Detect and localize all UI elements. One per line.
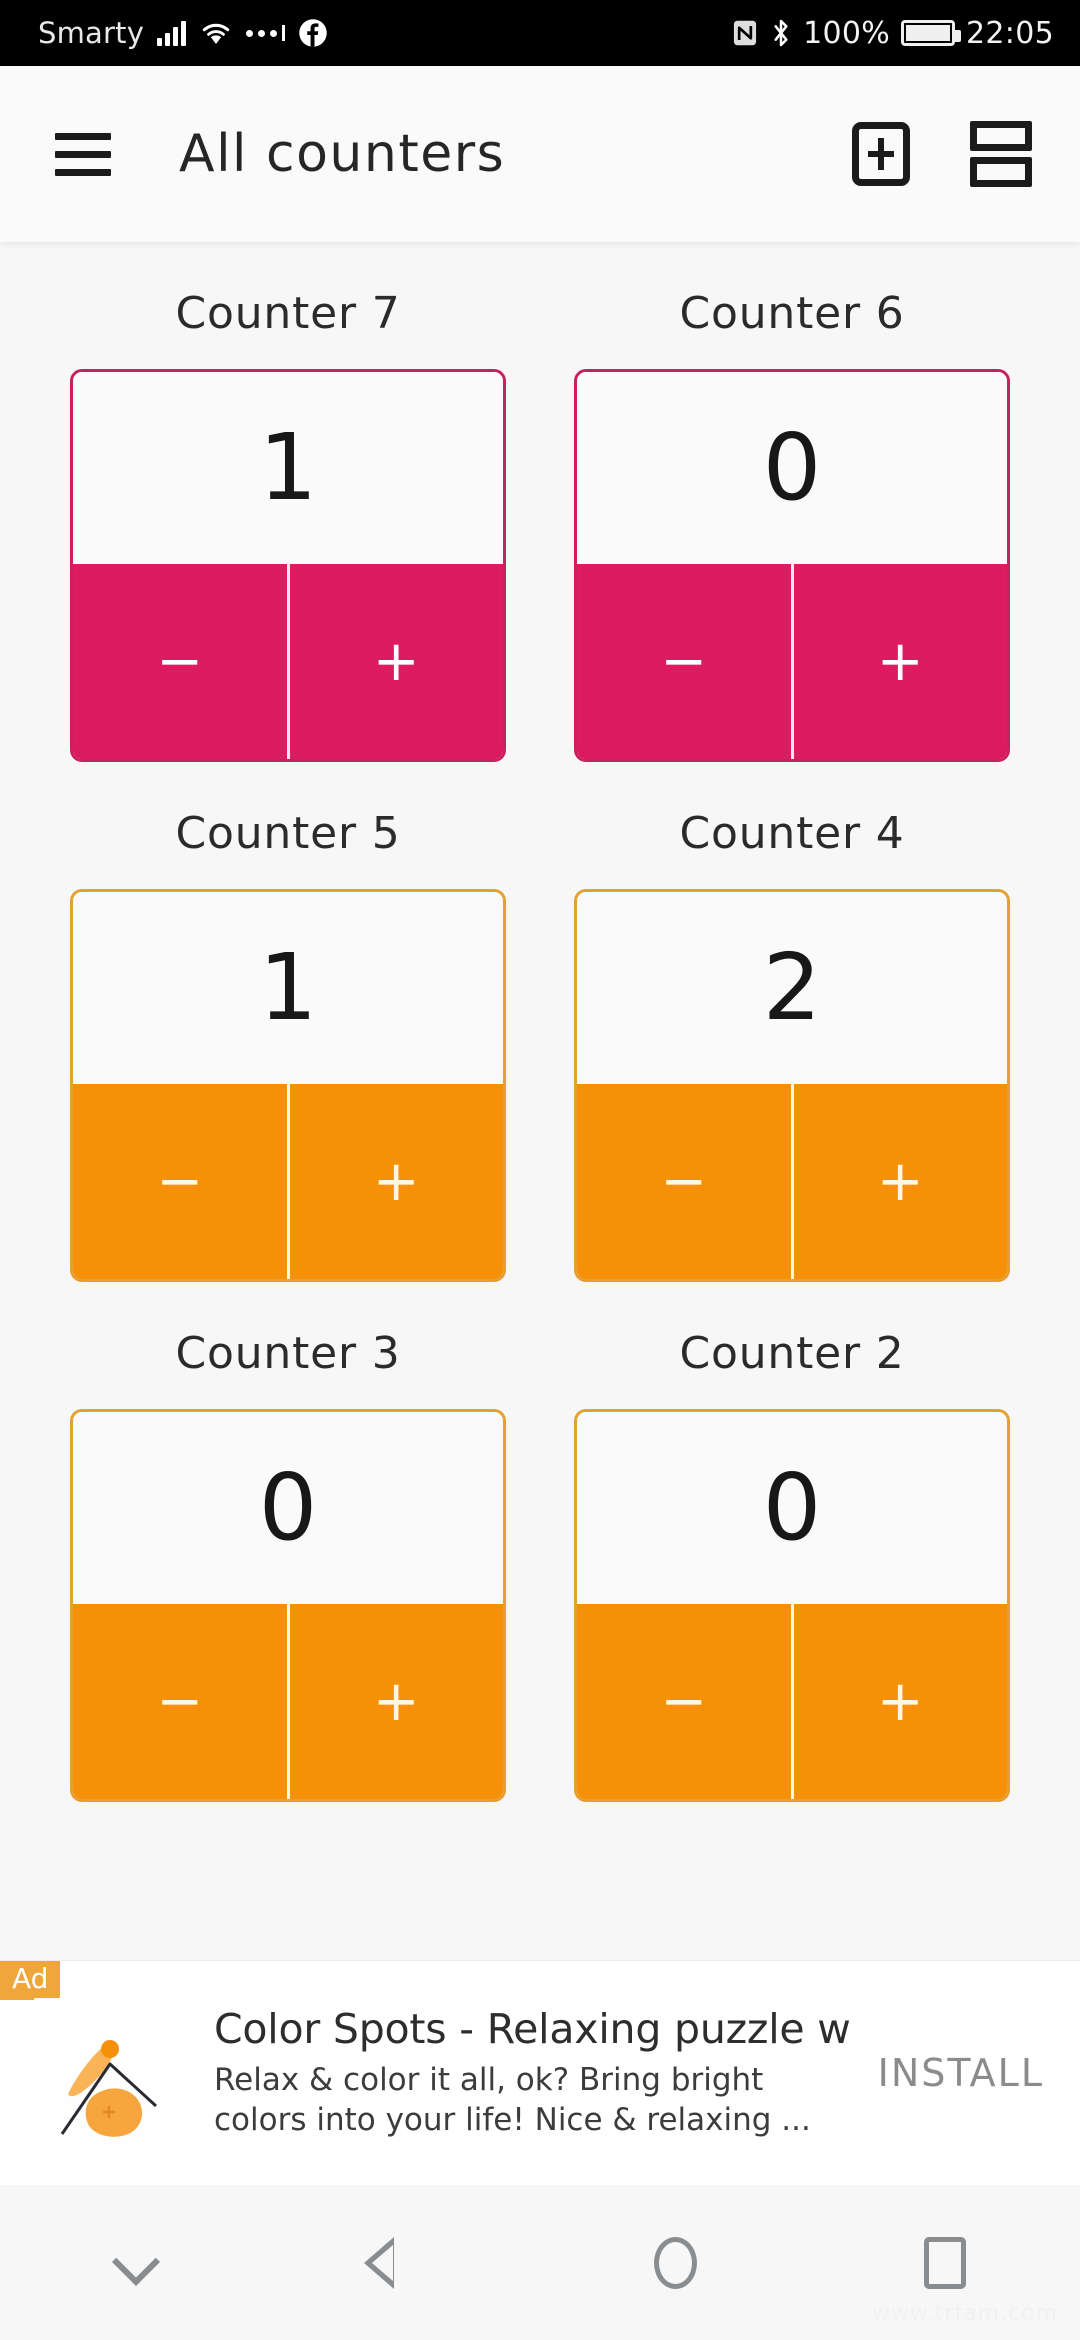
counter-value: 0 (577, 1412, 1007, 1604)
chevron-down-icon (115, 2243, 155, 2283)
increment-button[interactable]: + (794, 564, 1008, 759)
increment-button[interactable]: + (290, 1084, 504, 1279)
decrement-button[interactable]: − (577, 1084, 794, 1279)
counter-card[interactable]: 2 − + (574, 889, 1010, 1282)
toolbar-actions (852, 121, 1080, 187)
counter-buttons: − + (577, 1084, 1007, 1279)
decrement-button[interactable]: − (577, 1604, 794, 1799)
counter-card[interactable]: 1 − + (70, 889, 506, 1282)
increment-button[interactable]: + (290, 1604, 504, 1799)
counter-title: Counter 7 (175, 288, 401, 339)
facebook-icon (299, 19, 327, 47)
add-counter-icon[interactable] (852, 122, 910, 186)
counter-cell: Counter 6 0 − + (574, 288, 1010, 762)
page-title: All counters (179, 124, 506, 184)
app-toolbar: All counters (0, 66, 1080, 242)
ad-badge: Ad (0, 1961, 61, 2000)
color-spots-app-icon (34, 1998, 184, 2148)
ad-banner[interactable]: Ad Color Spots - Relaxing puzzle with d.… (0, 1960, 1080, 2185)
counter-buttons: − + (73, 1604, 503, 1799)
back-button[interactable] (270, 2185, 540, 2340)
recents-icon (924, 2236, 966, 2289)
counter-title: Counter 4 (679, 808, 905, 859)
dots-icon (246, 25, 286, 41)
bluetooth-icon (774, 19, 788, 47)
increment-button[interactable]: + (794, 1084, 1008, 1279)
ad-text: Color Spots - Relaxing puzzle with d... … (184, 2005, 852, 2140)
counter-card[interactable]: 0 − + (574, 369, 1010, 762)
decrement-button[interactable]: − (577, 564, 794, 759)
counter-cell: Counter 5 1 − + (70, 808, 506, 1282)
counter-value: 1 (73, 892, 503, 1084)
counter-card[interactable]: 0 − + (574, 1409, 1010, 1802)
decrement-button[interactable]: − (73, 1604, 290, 1799)
ad-description: Relax & color it all, ok? Bring bright c… (214, 2062, 811, 2138)
counter-value: 1 (73, 372, 503, 564)
battery-icon (901, 20, 962, 46)
home-icon (653, 2236, 697, 2289)
status-bar: Smarty 100% 22:05 (0, 0, 1080, 66)
counter-buttons: − + (577, 564, 1007, 759)
status-bar-right: 100% 22:05 (731, 16, 1080, 51)
increment-button[interactable]: + (290, 564, 504, 759)
counter-buttons: − + (73, 1084, 503, 1279)
counter-title: Counter 5 (175, 808, 401, 859)
counters-scroll-area[interactable]: Counter 7 1 − + Counter 6 0 − + Counter … (0, 242, 1080, 1960)
phone-screen: Smarty 100% 22:05 All counters Counter 7… (0, 0, 1080, 2340)
watermark: www.trfam.com (871, 2301, 1058, 2326)
counter-buttons: − + (577, 1604, 1007, 1799)
ad-title: Color Spots - Relaxing puzzle with d... (214, 2005, 852, 2054)
counter-cell: Counter 3 0 − + (70, 1328, 506, 1802)
counter-cell: Counter 7 1 − + (70, 288, 506, 762)
clock-label: 22:05 (966, 15, 1054, 51)
counter-card[interactable]: 1 − + (70, 369, 506, 762)
counter-card[interactable]: 0 − + (70, 1409, 506, 1802)
back-icon (364, 2236, 420, 2289)
hide-nav-button[interactable] (0, 2185, 270, 2340)
hamburger-menu-icon[interactable] (55, 132, 111, 176)
counter-title: Counter 2 (679, 1328, 905, 1379)
home-button[interactable] (540, 2185, 810, 2340)
counter-grid: Counter 7 1 − + Counter 6 0 − + Counter … (0, 242, 1080, 1802)
status-bar-left: Smarty (0, 16, 328, 50)
counter-cell: Counter 2 0 − + (574, 1328, 1010, 1802)
counter-cell: Counter 4 2 − + (574, 808, 1010, 1282)
layout-toggle-icon[interactable] (970, 121, 1032, 187)
counter-title: Counter 3 (175, 1328, 401, 1379)
counter-buttons: − + (73, 564, 503, 759)
install-button[interactable]: INSTALL (852, 2051, 1054, 2095)
battery-percent-label: 100% (803, 15, 891, 51)
counter-value: 0 (73, 1412, 503, 1604)
counter-value: 0 (577, 372, 1007, 564)
signal-icon (157, 20, 187, 46)
carrier-label: Smarty (38, 16, 145, 50)
decrement-button[interactable]: − (73, 564, 290, 759)
counter-title: Counter 6 (679, 288, 905, 339)
increment-button[interactable]: + (794, 1604, 1008, 1799)
system-navigation-bar: www.trfam.com (0, 2185, 1080, 2340)
ad-content: Color Spots - Relaxing puzzle with d... … (0, 1961, 1080, 2185)
wifi-icon (202, 23, 230, 45)
decrement-button[interactable]: − (73, 1084, 290, 1279)
nfc-icon (733, 20, 757, 46)
counter-value: 2 (577, 892, 1007, 1084)
